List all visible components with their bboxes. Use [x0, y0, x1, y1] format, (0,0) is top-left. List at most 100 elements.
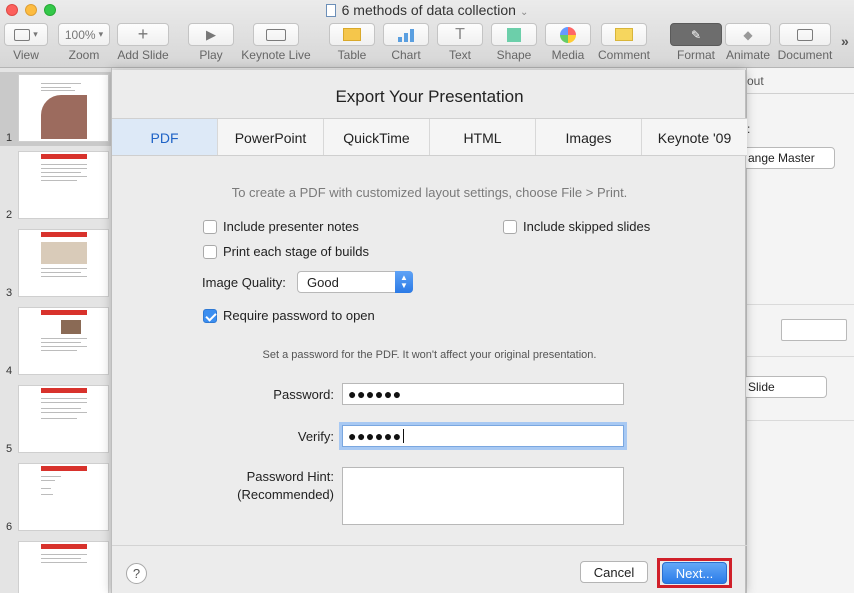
inspector-field[interactable] [781, 319, 847, 341]
slide-thumbnail-4[interactable]: 4 [0, 305, 111, 379]
media-button[interactable]: Media [545, 23, 591, 62]
inspector-tab-label: out [747, 74, 764, 88]
format-label: Format [676, 48, 715, 62]
export-format-tabs: PDF PowerPoint QuickTime HTML Images Key… [112, 118, 747, 156]
view-button[interactable]: ▾ View [4, 23, 48, 62]
skipped-slides-checkbox[interactable] [503, 219, 517, 234]
add-slide-button[interactable]: + Add Slide [117, 23, 169, 62]
chevron-down-icon: ▾ [98, 29, 104, 39]
table-icon [343, 28, 361, 41]
document-label: Document [777, 48, 833, 62]
comment-label: Comment [597, 48, 650, 62]
require-password-option[interactable]: Require password to open [203, 308, 375, 323]
inspector-tab-layout[interactable]: out [747, 68, 854, 94]
slide-number: 5 [6, 443, 13, 455]
change-master-button[interactable]: ange Master [743, 147, 835, 169]
slide-preview [18, 307, 109, 375]
animate-button[interactable]: ◆ Animate [723, 23, 773, 62]
help-button[interactable]: ? [126, 563, 147, 584]
slide-thumbnail-6[interactable]: 6 [0, 461, 111, 535]
shape-label: Shape [496, 48, 532, 62]
shape-icon [507, 27, 521, 42]
animate-icon: ◆ [725, 23, 771, 46]
format-inspector: out : ange Master Slide [743, 68, 854, 593]
password-value: ●●●●●● [348, 386, 402, 402]
slide-thumbnail-5[interactable]: 5 [0, 383, 111, 457]
print-builds-option[interactable]: Print each stage of builds [203, 244, 369, 259]
verify-value: ●●●●●● [348, 428, 402, 444]
slide-thumbnail-1[interactable]: 1 [0, 72, 111, 146]
media-icon [560, 26, 576, 43]
password-field[interactable]: ●●●●●● [342, 383, 624, 405]
table-button[interactable]: Table [329, 23, 375, 62]
print-builds-checkbox[interactable] [203, 244, 217, 259]
skipped-slides-label: Include skipped slides [523, 219, 651, 234]
presenter-notes-option[interactable]: Include presenter notes [203, 219, 359, 234]
media-label: Media [551, 48, 585, 62]
keynote-document-icon [325, 4, 336, 17]
skipped-slides-option[interactable]: Include skipped slides [503, 219, 650, 234]
inspector-colon: : [747, 122, 751, 136]
require-password-checkbox[interactable] [203, 308, 217, 323]
chevron-updown-icon: ▲ ▼ [395, 271, 413, 293]
shape-button[interactable]: Shape [491, 23, 537, 62]
document-title[interactable]: 6 methods of data collection ⌄ [0, 2, 854, 18]
toolbar-overflow-button[interactable]: » [841, 33, 849, 49]
next-button[interactable]: Next... [662, 562, 727, 584]
tab-pdf[interactable]: PDF [112, 119, 218, 155]
format-button[interactable]: ✎ Format [670, 23, 722, 62]
slide-number: 2 [6, 209, 13, 221]
table-label: Table [337, 48, 367, 62]
play-button[interactable]: ▶ Play [188, 23, 234, 62]
text-label: Text [448, 48, 471, 62]
tab-powerpoint[interactable]: PowerPoint [218, 119, 324, 155]
slide-button[interactable]: Slide [743, 376, 827, 398]
password-note: Set a password for the PDF. It won't aff… [262, 349, 597, 361]
paintbrush-icon: ✎ [670, 23, 722, 46]
password-hint-label: Password Hint: (Recommended) [214, 469, 334, 502]
chevron-down-icon: ▾ [33, 29, 38, 39]
keynote-live-label: Keynote Live [241, 48, 311, 62]
tab-images[interactable]: Images [536, 119, 642, 155]
view-label: View [13, 48, 39, 62]
image-quality-select[interactable]: Good ▲ ▼ [297, 271, 413, 293]
password-label: Password: [273, 387, 334, 402]
keynote-live-icon [266, 28, 286, 41]
slide-number: 3 [6, 287, 13, 299]
document-button[interactable]: Document [776, 23, 834, 62]
slide-navigator: 1 2 3 4 5 6 [0, 68, 112, 593]
slide-thumbnail-7[interactable] [0, 539, 111, 593]
tab-keynote-09[interactable]: Keynote '09 [642, 119, 747, 155]
slide-number: 6 [6, 521, 13, 533]
comment-button[interactable]: Comment [596, 23, 652, 62]
slide-preview [18, 463, 109, 531]
zoom-button[interactable]: 100% ▾ Zoom [58, 23, 110, 62]
tab-html[interactable]: HTML [430, 119, 536, 155]
password-hint-field[interactable] [342, 467, 624, 525]
cancel-button[interactable]: Cancel [580, 561, 648, 583]
text-caret [402, 429, 404, 443]
zoom-label: Zoom [68, 48, 100, 62]
slide-number: 1 [6, 132, 13, 144]
slide-thumbnail-2[interactable]: 2 [0, 149, 111, 223]
slide-thumbnail-3[interactable]: 3 [0, 227, 111, 301]
dialog-footer: ? Cancel Next... [112, 545, 747, 593]
chart-button[interactable]: Chart [383, 23, 429, 62]
presenter-notes-label: Include presenter notes [223, 219, 359, 234]
verify-password-field[interactable]: ●●●●●● [342, 425, 624, 447]
keynote-live-button[interactable]: Keynote Live [241, 23, 311, 62]
text-button[interactable]: T Text [437, 23, 483, 62]
change-master-label: ange Master [748, 151, 815, 165]
chevron-down-icon: ⌄ [519, 7, 529, 18]
presenter-notes-checkbox[interactable] [203, 219, 217, 234]
export-dialog: Export Your Presentation PDF PowerPoint … [111, 70, 747, 593]
print-builds-label: Print each stage of builds [223, 244, 369, 259]
verify-label: Verify: [297, 429, 334, 444]
password-hint-label-line1: Password Hint: [246, 469, 334, 484]
slide-photo [41, 95, 87, 139]
zoom-value: 100% [64, 27, 96, 42]
chart-label: Chart [391, 48, 421, 62]
inspector-divider [747, 304, 854, 305]
add-slide-label: Add Slide [117, 48, 169, 62]
tab-quicktime[interactable]: QuickTime [324, 119, 430, 155]
